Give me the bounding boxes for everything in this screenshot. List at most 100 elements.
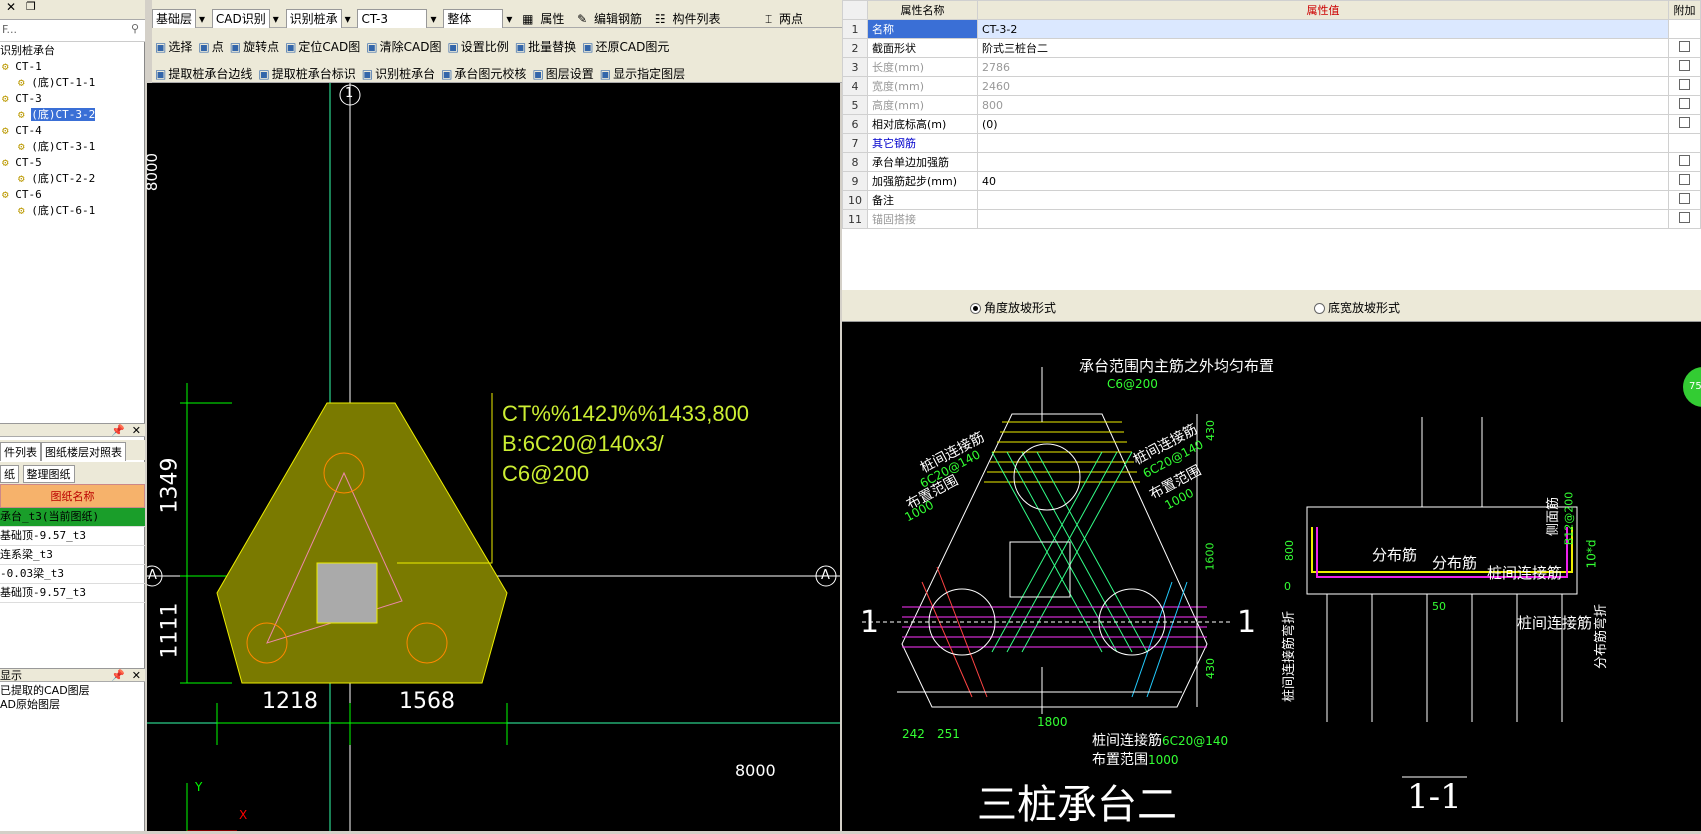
- tree-item[interactable]: ⚙ CT-6: [0, 187, 145, 203]
- spec-c6: C6@200: [1107, 377, 1158, 391]
- property-value[interactable]: [977, 190, 1669, 210]
- property-value[interactable]: 40: [977, 171, 1669, 191]
- search-input[interactable]: F... ⚲: [0, 20, 145, 42]
- property-value[interactable]: 2786: [977, 57, 1669, 77]
- extra-cell: [1668, 133, 1701, 153]
- property-name: 承台单边加强筋: [867, 152, 978, 172]
- organize-sheets-button[interactable]: 整理图纸: [22, 465, 75, 483]
- toolbar-button[interactable]: ▣ 点: [195, 33, 226, 55]
- toolbar-button[interactable]: ▣ 还原CAD图元: [579, 33, 672, 55]
- property-row[interactable]: 8 承台单边加强筋: [842, 152, 1701, 172]
- property-row[interactable]: 7 其它钢筋: [842, 133, 1701, 153]
- component-list-label: 构件列表: [672, 12, 721, 26]
- toolbar-button[interactable]: ▣ 批量替换: [512, 33, 579, 55]
- extra-checkbox[interactable]: [1679, 155, 1690, 166]
- tree-root[interactable]: 识别桩承台: [0, 43, 145, 59]
- tree-item-child[interactable]: ⚙ (底)CT-6-1: [0, 203, 145, 219]
- sheet-row[interactable]: 基础顶-9.57_t3: [0, 527, 145, 546]
- toolbar-button[interactable]: ▣ 显示指定图层: [597, 60, 688, 82]
- toolbar-button[interactable]: ▣ 提取桩承台边线: [152, 60, 255, 82]
- extra-checkbox[interactable]: [1679, 212, 1690, 223]
- toolbar-button[interactable]: ▣ 承台图元校核: [438, 60, 529, 82]
- property-value[interactable]: 800: [977, 95, 1669, 115]
- column-rect: [316, 562, 378, 624]
- extra-checkbox[interactable]: [1679, 79, 1690, 90]
- extra-cell: [1668, 171, 1701, 191]
- toolbar-button[interactable]: ▣ 清除CAD图: [363, 33, 444, 55]
- close-icon[interactable]: ✕: [132, 669, 141, 682]
- extra-checkbox[interactable]: [1679, 117, 1690, 128]
- tree-item-child[interactable]: ⚙ (底)CT-3-2: [0, 107, 145, 123]
- property-value[interactable]: 2460: [977, 76, 1669, 96]
- two-point-button[interactable]: ⌶ 两点: [762, 5, 809, 27]
- property-row[interactable]: 11 锚固搭接: [842, 209, 1701, 229]
- tree-item-child[interactable]: ⚙ (底)CT-1-1: [0, 75, 145, 91]
- property-value[interactable]: [977, 152, 1669, 172]
- sheet-dropdown[interactable]: 纸: [0, 465, 19, 483]
- property-row[interactable]: 10 备注: [842, 190, 1701, 210]
- component-select[interactable]: CT-3: [357, 9, 428, 29]
- cad-canvas[interactable]: 1 A A CT%%142J%%1433,800 B:6C20@140x3/ C…: [141, 83, 840, 832]
- edit-rebar-button[interactable]: ✎ 编辑钢筋: [574, 5, 648, 27]
- tool-icon: ▣: [447, 40, 459, 54]
- toolbar-button[interactable]: ▣ 旋转点: [227, 33, 282, 55]
- toolbar-button[interactable]: ▣ 设置比例: [444, 33, 511, 55]
- tree-item-child[interactable]: ⚙ (底)CT-2-2: [0, 171, 145, 187]
- toolbar-button[interactable]: ▣ 定位CAD图: [282, 33, 363, 55]
- annotation-line: CT%%142J%%1433,800: [502, 401, 750, 426]
- properties-button[interactable]: ▦ 属性: [519, 5, 570, 27]
- property-value[interactable]: [977, 133, 1669, 153]
- tree-item[interactable]: ⚙ CT-3: [0, 91, 145, 107]
- property-value[interactable]: [977, 209, 1669, 229]
- extra-cell: [1668, 38, 1701, 58]
- toolbar-button[interactable]: ▣ 选择: [152, 33, 195, 55]
- tab-floor-map[interactable]: 图纸楼层对照表: [41, 442, 126, 461]
- property-row[interactable]: 2 截面形状 阶式三桩台二: [842, 38, 1701, 58]
- property-value[interactable]: 阶式三桩台二: [977, 38, 1669, 58]
- component-list-button[interactable]: ☷ 构件列表: [652, 5, 727, 27]
- display-item[interactable]: 已提取的CAD图层: [0, 684, 145, 698]
- extra-checkbox[interactable]: [1679, 174, 1690, 185]
- pin-icon[interactable]: 📌: [111, 424, 125, 437]
- tab-component-list[interactable]: 件列表: [0, 442, 41, 461]
- toolbar-button[interactable]: ▣ 识别桩承台: [359, 60, 438, 82]
- toolbar-button[interactable]: ▣ 提取桩承台标识: [255, 60, 358, 82]
- property-row[interactable]: 1 名称 CT-3-2: [842, 19, 1701, 39]
- pin-icon[interactable]: 📌: [111, 669, 125, 682]
- scope-select[interactable]: 整体: [443, 9, 504, 29]
- tree-item[interactable]: ⚙ CT-5: [0, 155, 145, 171]
- close-icon[interactable]: ✕: [132, 424, 141, 437]
- tree-item[interactable]: ⚙ CT-1: [0, 59, 145, 75]
- property-row[interactable]: 6 相对底标高(m) (0): [842, 114, 1701, 134]
- axis-label-a: A: [148, 568, 157, 583]
- toolbar-button[interactable]: ▣ 图层设置: [529, 60, 596, 82]
- extra-checkbox[interactable]: [1679, 98, 1690, 109]
- property-row[interactable]: 3 长度(mm) 2786: [842, 57, 1701, 77]
- radio-angle-slope[interactable]: 角度放坡形式: [970, 299, 1056, 316]
- search-icon[interactable]: ⚲: [131, 22, 139, 35]
- mode-select[interactable]: CAD识别: [211, 9, 270, 29]
- recog-select[interactable]: 识别桩承: [285, 9, 342, 29]
- sheet-row[interactable]: 承台_t3(当前图纸): [0, 508, 145, 527]
- extra-checkbox[interactable]: [1679, 60, 1690, 71]
- sheet-row[interactable]: 连系梁_t3: [0, 546, 145, 565]
- component-icon: ⚙: [18, 108, 32, 121]
- header-blank: [842, 0, 868, 20]
- extra-checkbox[interactable]: [1679, 41, 1690, 52]
- property-value[interactable]: (0): [977, 114, 1669, 134]
- radio-bottom-width-slope[interactable]: 底宽放坡形式: [1314, 299, 1400, 316]
- tree-item-child[interactable]: ⚙ (底)CT-3-1: [0, 139, 145, 155]
- display-list: 已提取的CAD图层 AD原始图层: [0, 684, 145, 712]
- sheet-row[interactable]: 基础顶-9.57_t3: [0, 584, 145, 603]
- display-item[interactable]: AD原始图层: [0, 698, 145, 712]
- copy-icon[interactable]: ❐: [26, 0, 36, 13]
- property-value[interactable]: CT-3-2: [977, 19, 1669, 39]
- delete-icon[interactable]: ✕: [6, 0, 16, 14]
- property-row[interactable]: 9 加强筋起步(mm) 40: [842, 171, 1701, 191]
- sheet-row[interactable]: -0.03梁_t3: [0, 565, 145, 584]
- tree-item[interactable]: ⚙ CT-4: [0, 123, 145, 139]
- property-row[interactable]: 5 高度(mm) 800: [842, 95, 1701, 115]
- property-row[interactable]: 4 宽度(mm) 2460: [842, 76, 1701, 96]
- floor-select[interactable]: 基础层: [152, 9, 197, 29]
- extra-checkbox[interactable]: [1679, 193, 1690, 204]
